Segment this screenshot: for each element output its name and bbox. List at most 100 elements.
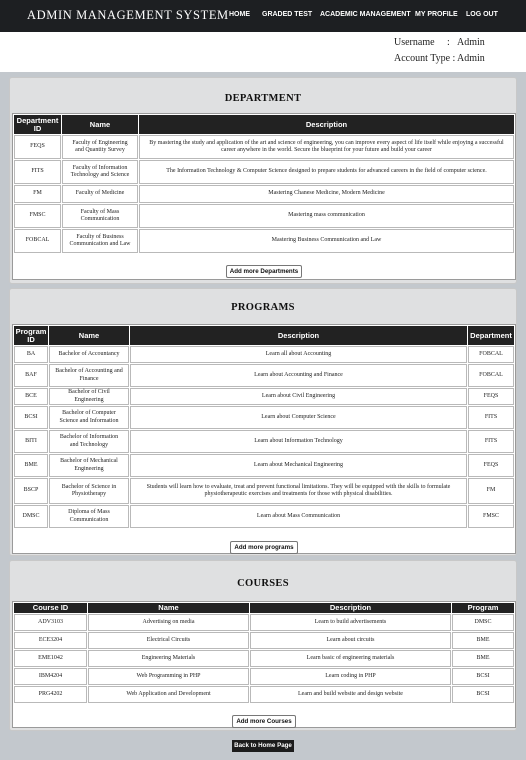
department-panel: DEPARTMENT Department ID Name Descriptio… — [9, 77, 517, 284]
table-row: BA Bachelor of Accountancy Learn all abo… — [14, 346, 514, 363]
department-table: Department ID Name Description FEQS Facu… — [13, 114, 515, 254]
nav-my-profile[interactable]: MY PROFILE — [415, 11, 458, 18]
course-description-cell: Learn to build advertisements — [250, 614, 451, 631]
course-program-header: Program — [452, 603, 514, 613]
courses-table: Course ID Name Description Program ADV31… — [13, 602, 515, 704]
program-id-header: Program ID — [14, 326, 48, 345]
department-id-cell: FOBCAL — [14, 229, 61, 253]
program-name-cell: Bachelor of Accounting and Finance — [49, 364, 129, 387]
course-id-cell: ADV3103 — [14, 614, 87, 631]
username-separator: : — [447, 37, 450, 48]
program-description-cell: Learn about Civil Engineering — [130, 388, 467, 405]
department-name-cell: Faculty of Information Technology and Sc… — [62, 160, 138, 184]
program-description-cell: Learn about Information Technology — [130, 430, 467, 453]
program-department-cell: FOBCAL — [468, 346, 514, 363]
nav-log-out[interactable]: LOG OUT — [466, 11, 498, 18]
table-row: PRG4202 Web Application and Development … — [14, 686, 514, 703]
course-program-cell: BCSI — [452, 686, 514, 703]
add-courses-button[interactable]: Add more Courses — [232, 715, 296, 728]
course-name-header: Name — [88, 603, 249, 613]
department-title: DEPARTMENT — [224, 93, 302, 104]
course-program-cell: DMSC — [452, 614, 514, 631]
add-departments-button[interactable]: Add more Departments — [225, 265, 303, 278]
nav-academic-management[interactable]: ACADEMIC MANAGEMENT — [320, 11, 411, 18]
program-name-cell: Bachelor of Computer Science and Informa… — [49, 406, 129, 429]
top-navigation-bar: ADMIN MANAGEMENT SYSTEM HOME GRADED TEST… — [0, 0, 526, 32]
account-type-label: Account Type : — [394, 53, 456, 64]
table-row: FEQS Faculty of Engineering and Quantity… — [14, 135, 514, 159]
table-row: BSCP Bachelor of Science in Physiotherap… — [14, 478, 514, 504]
program-id-cell: BCE — [14, 388, 48, 405]
table-row: BAF Bachelor of Accounting and Finance L… — [14, 364, 514, 387]
department-description-cell: Mastering Business Communication and Law — [139, 229, 514, 253]
table-row: BCSI Bachelor of Computer Science and In… — [14, 406, 514, 429]
program-department-cell: FEQS — [468, 388, 514, 405]
table-row: DMSC Diploma of Mass Communication Learn… — [14, 505, 514, 528]
course-description-cell: Learn basic of engineering materials — [250, 650, 451, 667]
table-row: IBM4204 Web Programming in PHP Learn cod… — [14, 668, 514, 685]
course-name-cell: Web Programming in PHP — [88, 668, 249, 685]
program-name-cell: Bachelor of Information and Technology — [49, 430, 129, 453]
course-name-cell: Advertising on media — [88, 614, 249, 631]
department-button-row: Add more Departments — [13, 260, 515, 278]
department-id-cell: FEQS — [14, 135, 61, 159]
table-row: BME Bachelor of Mechanical Engineering L… — [14, 454, 514, 477]
programs-title: PROGRAMS — [231, 302, 295, 313]
app-title: ADMIN MANAGEMENT SYSTEM — [27, 8, 229, 22]
program-name-cell: Diploma of Mass Communication — [49, 505, 129, 528]
department-name-cell: Faculty of Medicine — [62, 185, 138, 203]
department-name-cell: Faculty of Business Communication and La… — [62, 229, 138, 253]
department-id-cell: FMSC — [14, 204, 61, 228]
program-description-cell: Learn about Computer Science — [130, 406, 467, 429]
course-id-cell: EME1042 — [14, 650, 87, 667]
table-row: BCE Bachelor of Civil Engineering Learn … — [14, 388, 514, 405]
courses-title: COURSES — [237, 578, 289, 589]
department-id-cell: FM — [14, 185, 61, 203]
course-id-header: Course ID — [14, 603, 87, 613]
add-programs-button[interactable]: Add more programs — [230, 541, 298, 554]
courses-panel: COURSES Course ID Name Description Progr… — [9, 560, 517, 731]
back-to-home-button[interactable]: Back to Home Page — [232, 740, 294, 752]
department-name-cell: Faculty of Engineering and Quantity Surv… — [62, 135, 138, 159]
program-id-cell: DMSC — [14, 505, 48, 528]
course-description-cell: Learn about circuits — [250, 632, 451, 649]
course-description-cell: Learn coding in PHP — [250, 668, 451, 685]
table-row: BITI Bachelor of Information and Technol… — [14, 430, 514, 453]
program-department-cell: FEQS — [468, 454, 514, 477]
department-description-header: Description — [139, 115, 514, 134]
program-department-cell: FOBCAL — [468, 364, 514, 387]
program-id-cell: BITI — [14, 430, 48, 453]
program-name-cell: Bachelor of Mechanical Engineering — [49, 454, 129, 477]
course-program-cell: BCSI — [452, 668, 514, 685]
course-description-cell: Learn and build website and design websi… — [250, 686, 451, 703]
programs-panel: PROGRAMS Program ID Name Description Dep… — [9, 288, 517, 556]
program-name-cell: Bachelor of Science in Physiotherapy — [49, 478, 129, 504]
program-id-cell: BME — [14, 454, 48, 477]
table-row: FITS Faculty of Information Technology a… — [14, 160, 514, 184]
course-id-cell: ECE3204 — [14, 632, 87, 649]
program-description-cell: Students will learn how to evaluate, tre… — [130, 478, 467, 504]
department-id-header: Department ID — [14, 115, 61, 134]
username-value: Admin — [457, 37, 485, 48]
programs-table: Program ID Name Description Department B… — [13, 325, 515, 529]
username-label: Username — [394, 37, 435, 48]
department-id-cell: FITS — [14, 160, 61, 184]
program-name-cell: Bachelor of Civil Engineering — [49, 388, 129, 405]
course-id-cell: IBM4204 — [14, 668, 87, 685]
course-name-cell: Web Application and Development — [88, 686, 249, 703]
nav-home[interactable]: HOME — [229, 11, 250, 18]
course-program-cell: BME — [452, 632, 514, 649]
program-department-cell: FM — [468, 478, 514, 504]
department-name-header: Name — [62, 115, 138, 134]
program-name-cell: Bachelor of Accountancy — [49, 346, 129, 363]
table-row: EME1042 Engineering Materials Learn basi… — [14, 650, 514, 667]
program-department-cell: FITS — [468, 430, 514, 453]
table-row: FM Faculty of Medicine Mastering Chanese… — [14, 185, 514, 203]
course-name-cell: Engineering Materials — [88, 650, 249, 667]
course-description-header: Description — [250, 603, 451, 613]
program-description-header: Description — [130, 326, 467, 345]
department-description-cell: By mastering the study and application o… — [139, 135, 514, 159]
nav-graded-test[interactable]: GRADED TEST — [262, 11, 312, 18]
programs-table-container: Program ID Name Description Department B… — [12, 324, 516, 554]
course-id-cell: PRG4202 — [14, 686, 87, 703]
